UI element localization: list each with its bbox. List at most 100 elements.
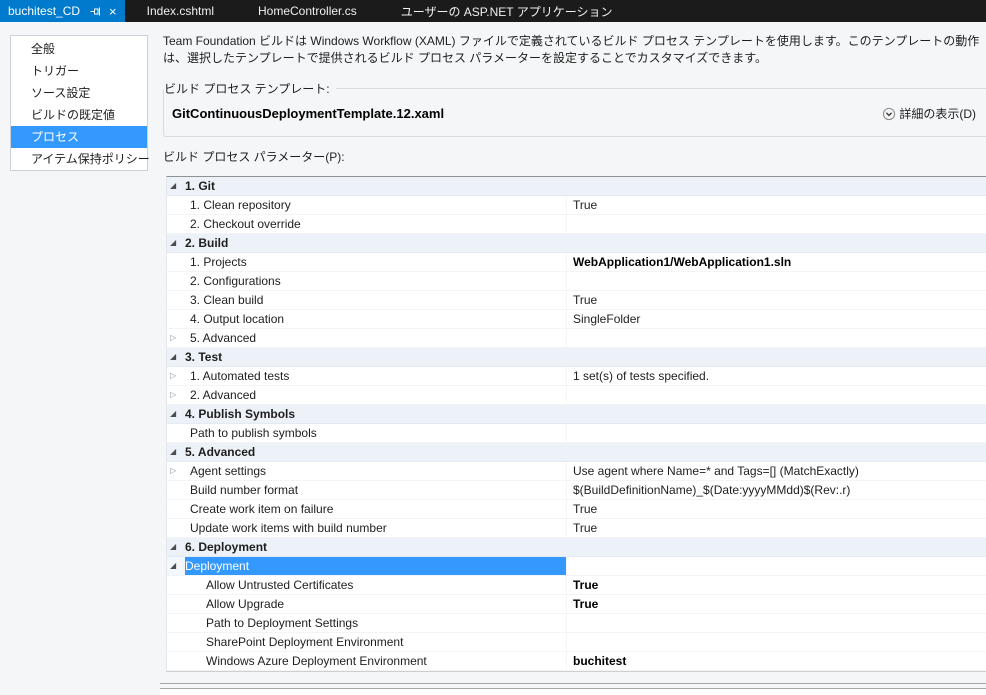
grid-row[interactable]: Update work items with build number True: [167, 519, 986, 538]
grid-row[interactable]: Build number format $(BuildDefinitionName…: [167, 481, 986, 500]
parameter-name: Update work items with build number: [190, 521, 387, 535]
parameter-value[interactable]: buchitest: [566, 652, 986, 670]
expander-expanded-icon[interactable]: ◢: [170, 443, 176, 461]
parameter-value[interactable]: [566, 424, 986, 442]
expander-expanded-icon[interactable]: ◢: [170, 177, 176, 195]
parameter-value[interactable]: [566, 614, 986, 632]
parameter-value[interactable]: True: [566, 519, 986, 537]
expander-expanded-icon[interactable]: ◢: [170, 405, 176, 423]
parameter-value[interactable]: [566, 177, 986, 195]
row-gutter: [167, 500, 185, 518]
parameter-value[interactable]: WebApplication1/WebApplication1.sln: [566, 253, 986, 271]
grid-row[interactable]: ◢ 5. Advanced: [167, 443, 986, 462]
grid-row[interactable]: ◢ 4. Publish Symbols: [167, 405, 986, 424]
grid-row[interactable]: ▷ 1. Automated tests 1 set(s) of tests spe…: [167, 367, 986, 386]
grid-row[interactable]: 2. Configurations: [167, 272, 986, 291]
parameter-value[interactable]: SingleFolder: [566, 310, 986, 328]
expander-expanded-icon[interactable]: ◢: [170, 234, 176, 252]
expander-collapsed-icon[interactable]: ▷: [170, 462, 176, 480]
build-definition-editor: buchitest_CD × Index.cshtml HomeControll…: [0, 0, 986, 695]
sidebar-item-trigger[interactable]: トリガー: [11, 60, 147, 82]
grid-row[interactable]: Allow Untrusted Certificates True: [167, 576, 986, 595]
grid-row[interactable]: ▷ 5. Advanced: [167, 329, 986, 348]
sidebar-item-retention-policy[interactable]: アイテム保持ポリシー: [11, 148, 150, 170]
grid-row[interactable]: ▷ 2. Advanced: [167, 386, 986, 405]
row-gutter: [167, 652, 185, 670]
parameter-name: Windows Azure Deployment Environment: [206, 654, 427, 668]
parameter-value[interactable]: True: [566, 500, 986, 518]
parameter-value[interactable]: [566, 633, 986, 651]
expander-collapsed-icon[interactable]: ▷: [170, 367, 176, 385]
row-gutter: [167, 633, 185, 651]
grid-row[interactable]: 3. Clean build True: [167, 291, 986, 310]
grid-row[interactable]: Path to publish symbols: [167, 424, 986, 443]
parameter-value[interactable]: True: [566, 196, 986, 214]
parameter-name: 2. Checkout override: [190, 217, 301, 231]
grid-row[interactable]: 1. Clean repository True: [167, 196, 986, 215]
grid-row[interactable]: 1. Projects WebApplication1/WebApplicatio…: [167, 253, 986, 272]
tab-buchitest-cd[interactable]: buchitest_CD ×: [0, 0, 125, 22]
sidebar-item-process[interactable]: プロセス: [11, 126, 147, 148]
row-gutter: ◢: [167, 538, 185, 556]
grid-row[interactable]: 2. Checkout override: [167, 215, 986, 234]
expander-collapsed-icon[interactable]: ▷: [170, 386, 176, 404]
parameters-caption: ビルド プロセス パラメーター(P):: [163, 150, 345, 164]
parameter-name: 2. Configurations: [190, 274, 281, 288]
parameter-value[interactable]: True: [566, 291, 986, 309]
close-icon[interactable]: ×: [109, 5, 117, 18]
grid-row[interactable]: ◢ Deployment: [167, 557, 986, 576]
grid-row[interactable]: ▷ Agent settings Use agent where Name=* an…: [167, 462, 986, 481]
pin-icon[interactable]: [90, 6, 101, 17]
parameter-value[interactable]: [566, 405, 986, 423]
row-gutter: [167, 215, 185, 233]
row-gutter: ▷: [167, 462, 185, 480]
expander-expanded-icon[interactable]: ◢: [170, 538, 176, 556]
parameter-value[interactable]: $(BuildDefinitionName)_$(Date:yyyyMMdd)$…: [566, 481, 986, 499]
parameter-value[interactable]: [566, 329, 986, 347]
grid-row[interactable]: Allow Upgrade True: [167, 595, 986, 614]
template-groupbox-label: ビルド プロセス テンプレート:: [164, 82, 330, 96]
tab-index-cshtml[interactable]: Index.cshtml: [125, 0, 236, 22]
grid-row[interactable]: Create work item on failure True: [167, 500, 986, 519]
grid-row[interactable]: Path to Deployment Settings: [167, 614, 986, 633]
parameter-value[interactable]: [566, 234, 986, 252]
parameter-value[interactable]: 1 set(s) of tests specified.: [566, 367, 986, 385]
show-details-label: 詳細の表示(D): [899, 107, 976, 121]
expander-collapsed-icon[interactable]: ▷: [170, 329, 176, 347]
parameter-value[interactable]: [566, 348, 986, 366]
expander-expanded-icon[interactable]: ◢: [170, 348, 176, 366]
document-tabbar: buchitest_CD × Index.cshtml HomeControll…: [0, 0, 986, 22]
parameter-value[interactable]: [566, 215, 986, 233]
parameter-name: 2. Build: [185, 236, 229, 250]
expander-expanded-icon[interactable]: ◢: [170, 557, 176, 575]
grid-row[interactable]: SharePoint Deployment Environment: [167, 633, 986, 652]
row-gutter: ◢: [167, 557, 185, 575]
grid-row[interactable]: ◢ 2. Build: [167, 234, 986, 253]
row-gutter: [167, 272, 185, 290]
row-gutter: ◢: [167, 405, 185, 423]
parameter-value[interactable]: [566, 557, 986, 575]
parameter-value[interactable]: [566, 538, 986, 556]
tab-homecontroller-cs[interactable]: HomeController.cs: [236, 0, 379, 22]
sidebar-item-source-settings[interactable]: ソース設定: [11, 82, 147, 104]
parameter-value[interactable]: [566, 272, 986, 290]
parameter-name: Build number format: [190, 483, 299, 497]
parameter-value[interactable]: True: [566, 595, 986, 613]
grid-row[interactable]: ◢ 3. Test: [167, 348, 986, 367]
grid-row[interactable]: 4. Output location SingleFolder: [167, 310, 986, 329]
grid-row[interactable]: ◢ 6. Deployment: [167, 538, 986, 557]
sidebar-item-general[interactable]: 全般: [11, 38, 147, 60]
parameter-value[interactable]: True: [566, 576, 986, 594]
grid-row[interactable]: Windows Azure Deployment Environment buch…: [167, 652, 986, 671]
tab-aspnet-application[interactable]: ユーザーの ASP.NET アプリケーション: [379, 0, 635, 22]
sidebar-item-build-defaults[interactable]: ビルドの既定値: [11, 104, 147, 126]
show-details-button[interactable]: 詳細の表示(D): [882, 105, 976, 122]
tab-label: buchitest_CD: [8, 4, 81, 18]
parameter-value[interactable]: [566, 386, 986, 404]
row-gutter: ▷: [167, 386, 185, 404]
grid-row[interactable]: ◢ 1. Git: [167, 177, 986, 196]
parameter-value[interactable]: [566, 443, 986, 461]
parameter-name: Path to publish symbols: [190, 426, 317, 440]
parameter-value[interactable]: Use agent where Name=* and Tags=[] (Matc…: [566, 462, 986, 480]
row-gutter: ◢: [167, 234, 185, 252]
